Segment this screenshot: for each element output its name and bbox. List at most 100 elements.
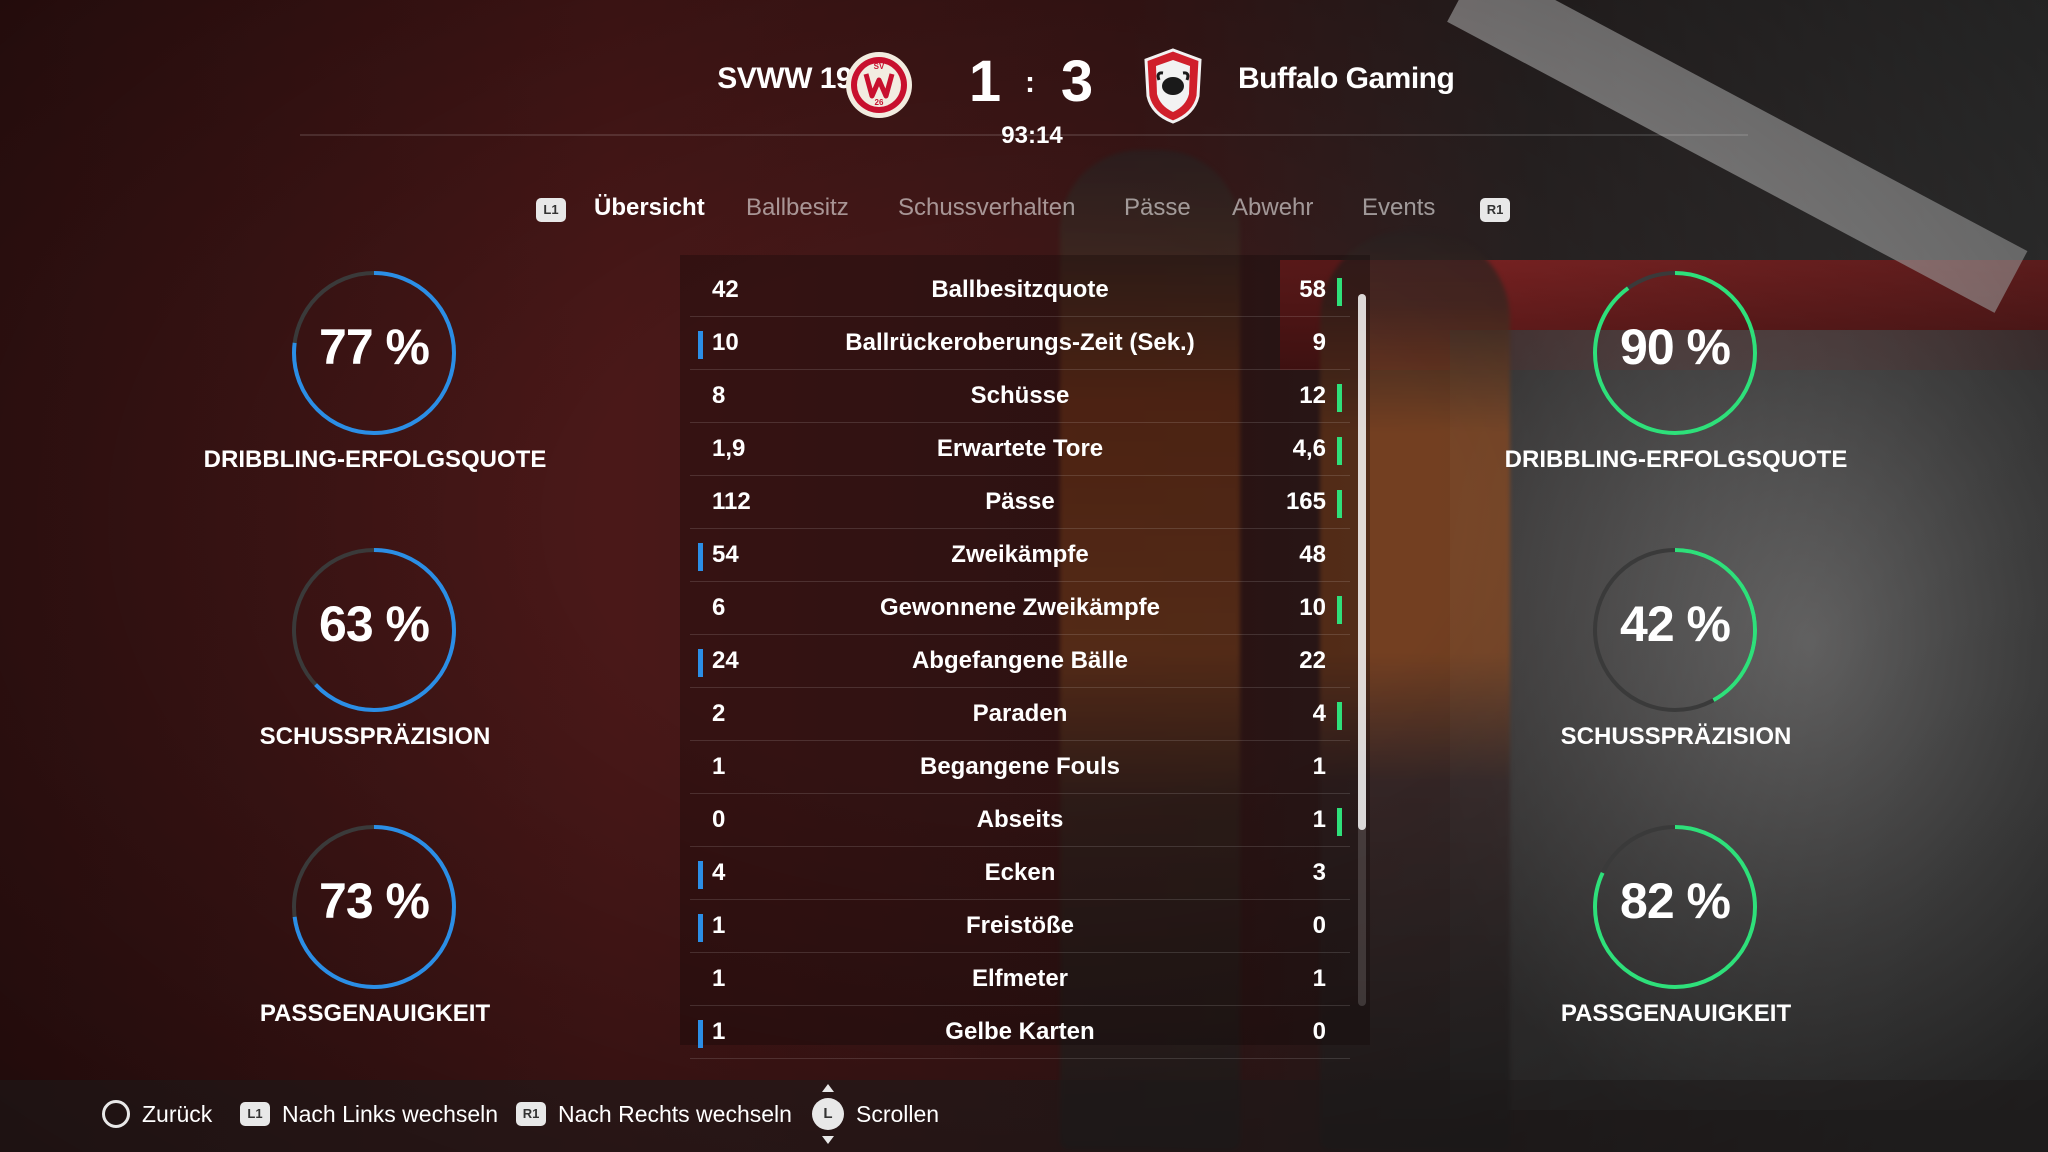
away-stat-value: 22: [1299, 647, 1326, 674]
home-stat-value: 1: [712, 1018, 726, 1045]
away-leader-bar: [1337, 278, 1342, 306]
home-leader-bar: [698, 1020, 703, 1048]
tab-uebersicht[interactable]: Übersicht: [594, 194, 705, 222]
tab-paesse[interactable]: Pässe: [1124, 194, 1191, 222]
tab-ballbesitz[interactable]: Ballbesitz: [746, 194, 849, 222]
stat-row: 10 Ballrückeroberungs-Zeit (Sek.) 9: [690, 317, 1350, 370]
home-crest-number: 26: [875, 98, 884, 107]
home-team-crest-icon: SV 26: [844, 50, 914, 120]
home-leader-bar: [698, 649, 703, 677]
r1-button-icon: R1: [516, 1102, 546, 1126]
away-gauge-1: 90 % DRIBBLING-ERFOLGSQUOTE: [1505, 268, 1847, 508]
stat-name: Begangene Fouls: [919, 753, 1121, 780]
stat-name: Zweikämpfe: [951, 541, 1089, 568]
away-gauge-2: 42 % SCHUSSPRÄZISION: [1506, 545, 1806, 785]
stat-name: Erwartete Tore: [936, 435, 1104, 462]
home-stat-value: 0: [712, 806, 726, 833]
back-hint[interactable]: Zurück: [102, 1094, 212, 1134]
away-stat-value: 48: [1299, 541, 1326, 568]
away-stat-value: 1: [1312, 965, 1326, 992]
away-stat-value: 10: [1299, 594, 1326, 621]
stat-row: 24 Abgefangene Bälle 22: [690, 635, 1350, 688]
home-leader-bar: [698, 331, 703, 359]
away-stat-value: 58: [1299, 276, 1326, 303]
stat-row: 1,9 Erwartete Tore 4,6: [690, 423, 1350, 476]
stat-name: Ballrückeroberungs-Zeit (Sek.): [845, 329, 1195, 356]
home-gauge-value: 73 %: [319, 873, 430, 929]
home-gauge-label: PASSGENAUIGKEIT: [259, 1000, 491, 1027]
away-stat-value: 0: [1312, 912, 1326, 939]
stat-name: Pässe: [985, 488, 1055, 515]
home-stat-value: 2: [712, 700, 726, 727]
away-gauge-label: SCHUSSPRÄZISION: [1560, 723, 1792, 750]
home-crest-text: SV: [874, 62, 885, 71]
left-stick-icon: L: [812, 1084, 844, 1144]
switch-left-hint[interactable]: L1 Nach Links wechseln: [240, 1094, 498, 1134]
home-stat-value: 8: [712, 382, 726, 409]
away-gauge-value: 82 %: [1620, 873, 1731, 929]
scroll-hint[interactable]: L Scrollen: [812, 1084, 939, 1144]
home-leader-bar: [698, 861, 703, 889]
stat-row: 1 Begangene Fouls 1: [690, 741, 1350, 794]
header-divider: [300, 134, 1748, 136]
home-leader-bar: [698, 543, 703, 571]
away-team-crest-icon: [1142, 48, 1204, 124]
tab-schussverhalten[interactable]: Schussverhalten: [898, 194, 1075, 222]
away-score: 3: [1060, 49, 1094, 114]
stat-name: Gewonnene Zweikämpfe: [879, 594, 1161, 621]
stat-name: Ballbesitzquote: [931, 276, 1109, 303]
home-stat-value: 10: [712, 329, 739, 356]
away-gauge-3: 82 % PASSGENAUIGKEIT: [1506, 822, 1806, 1062]
home-gauge-value: 63 %: [319, 596, 430, 652]
home-gauge-label: SCHUSSPRÄZISION: [259, 723, 491, 750]
circle-button-icon: [102, 1100, 130, 1128]
away-leader-bar: [1337, 490, 1342, 518]
away-leader-bar: [1337, 702, 1342, 730]
stat-row: 8 Schüsse 12: [690, 370, 1350, 423]
stat-row: 1 Elfmeter 1: [690, 953, 1350, 1006]
home-stat-value: 24: [712, 647, 739, 674]
stat-name: Gelbe Karten: [945, 1018, 1095, 1045]
home-stat-value: 1: [712, 753, 726, 780]
stat-row: 4 Ecken 3: [690, 847, 1350, 900]
l1-button-icon[interactable]: L1: [536, 198, 566, 222]
switch-right-label: Nach Rechts wechseln: [558, 1100, 792, 1127]
stats-table[interactable]: 42 Ballbesitzquote 58 10 Ballrückeroberungs-…: [690, 264, 1350, 1059]
away-stat-value: 3: [1312, 859, 1326, 886]
r1-button-icon[interactable]: R1: [1480, 198, 1510, 222]
back-label: Zurück: [142, 1100, 213, 1127]
home-stat-value: 42: [712, 276, 739, 303]
stat-row: 112 Pässe 165: [690, 476, 1350, 529]
away-stat-value: 1: [1312, 806, 1326, 833]
tab-abwehr[interactable]: Abwehr: [1232, 194, 1313, 222]
home-stat-value: 1,9: [712, 435, 746, 462]
home-stat-value: 1: [712, 965, 726, 992]
away-gauge-label: DRIBBLING-ERFOLGSQUOTE: [1504, 446, 1848, 473]
switch-left-label: Nach Links wechseln: [282, 1100, 499, 1127]
home-gauge-label: DRIBBLING-ERFOLGSQUOTE: [203, 446, 547, 473]
away-team-name: Buffalo Gaming: [1238, 62, 1455, 95]
stat-row: 6 Gewonnene Zweikämpfe 10: [690, 582, 1350, 635]
home-gauge-1: 77 % DRIBBLING-ERFOLGSQUOTE: [204, 268, 546, 508]
l1-button-icon: L1: [240, 1102, 270, 1126]
away-stat-value: 1: [1312, 753, 1326, 780]
tab-events[interactable]: Events: [1362, 194, 1435, 222]
away-gauge-value: 90 %: [1620, 319, 1731, 375]
stat-name: Ecken: [984, 859, 1056, 886]
stat-row: 1 Freistöße 0: [690, 900, 1350, 953]
stat-row: 54 Zweikämpfe 48: [690, 529, 1350, 582]
away-leader-bar: [1337, 596, 1342, 624]
stat-row: 0 Abseits 1: [690, 794, 1350, 847]
stats-scrollbar[interactable]: [1358, 294, 1366, 1006]
switch-right-hint[interactable]: R1 Nach Rechts wechseln: [516, 1094, 792, 1134]
away-gauge-label: PASSGENAUIGKEIT: [1560, 1000, 1792, 1027]
stat-name: Freistöße: [965, 912, 1075, 939]
away-stat-value: 165: [1285, 488, 1326, 515]
stat-name: Abgefangene Bälle: [911, 647, 1129, 674]
home-stat-value: 54: [712, 541, 739, 568]
home-gauge-3: 73 % PASSGENAUIGKEIT: [205, 822, 505, 1062]
stat-name: Elfmeter: [971, 965, 1069, 992]
stats-scrollbar-thumb[interactable]: [1358, 294, 1366, 830]
home-stat-value: 112: [712, 488, 751, 515]
stat-name: Schüsse: [970, 382, 1070, 409]
